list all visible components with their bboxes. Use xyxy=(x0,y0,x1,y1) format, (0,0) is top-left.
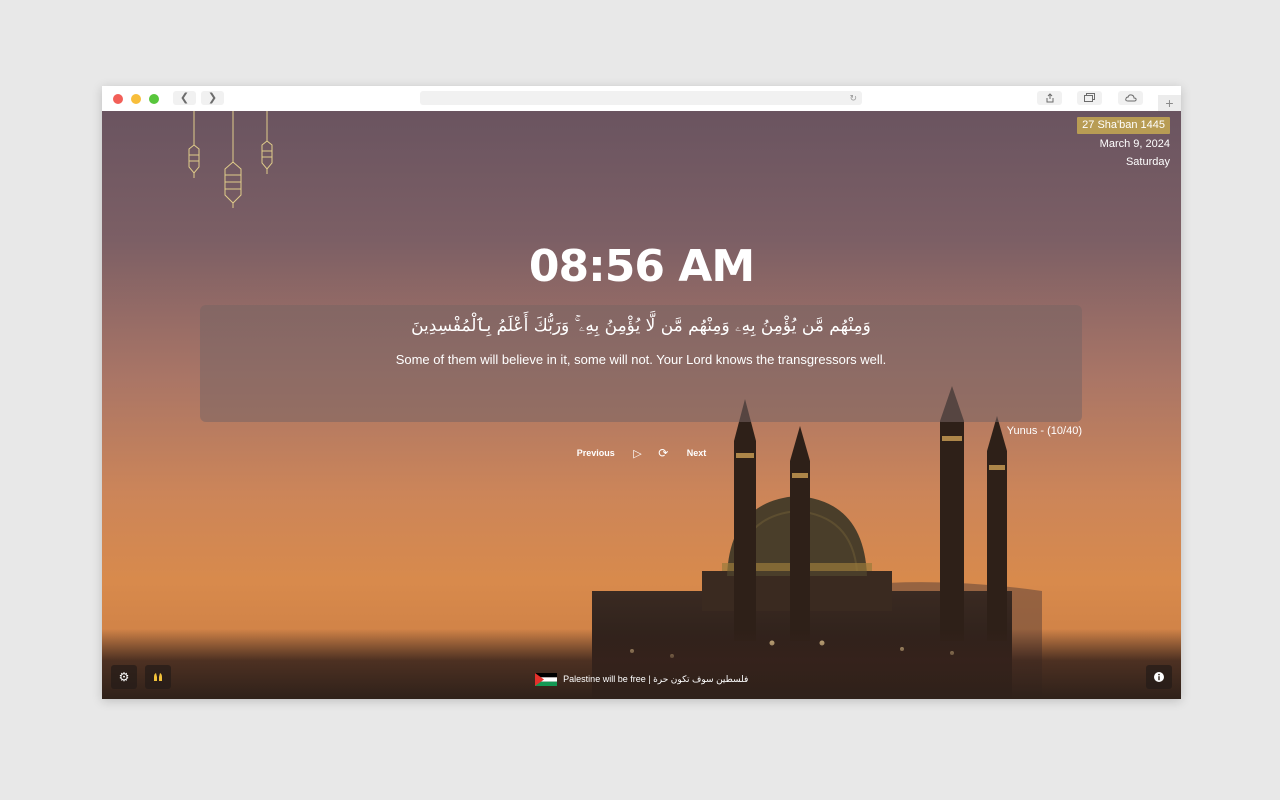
chevron-right-icon: ❯ xyxy=(207,92,218,104)
next-verse-button[interactable]: Next xyxy=(687,448,707,458)
back-button[interactable]: ❮ xyxy=(173,91,196,105)
play-icon[interactable]: ▷ xyxy=(633,447,641,460)
previous-verse-button[interactable]: Previous xyxy=(577,448,615,458)
verse-arabic-text: وَمِنْهُم مَّن يُؤْمِنُ بِهِۦ وَمِنْهُم … xyxy=(411,316,871,336)
plus-icon: + xyxy=(1165,95,1174,111)
palestine-message: Palestine will be free | فلسطين سوف تكون… xyxy=(102,673,1181,686)
share-button[interactable] xyxy=(1037,91,1062,105)
verse-controls: Previous ▷ ⟳ Next xyxy=(102,446,1181,460)
tab-overview-button[interactable] xyxy=(1077,91,1102,105)
surah-reference: Yunus - (10/40) xyxy=(1006,425,1082,437)
browser-window: ❮ ❯ ↻ + 27 Sha'ban 1445 March 9, 2024 Sa… xyxy=(102,86,1181,699)
browser-toolbar: ❮ ❯ ↻ + xyxy=(102,86,1181,112)
reload-icon[interactable]: ↻ xyxy=(849,91,857,105)
lanterns-decoration xyxy=(188,111,273,208)
maximize-window-button[interactable] xyxy=(149,94,159,104)
weekday-label: Saturday xyxy=(1125,156,1170,168)
hijri-date-badge: 27 Sha'ban 1445 xyxy=(1077,117,1170,134)
gregorian-date: March 9, 2024 xyxy=(1099,138,1170,150)
cloud-button[interactable] xyxy=(1118,91,1143,105)
chevron-left-icon: ❮ xyxy=(179,92,190,104)
verse-card: وَمِنْهُم مَّن يُؤْمِنُ بِهِۦ وَمِنْهُم … xyxy=(200,305,1082,422)
new-tab-page: 27 Sha'ban 1445 March 9, 2024 Saturday 0… xyxy=(102,111,1181,699)
tabs-icon xyxy=(1084,93,1095,102)
palestine-flag-icon xyxy=(534,673,557,686)
share-icon xyxy=(1046,93,1053,103)
foreground-trees xyxy=(102,629,1181,699)
minimize-window-button[interactable] xyxy=(131,94,141,104)
cloud-icon xyxy=(1124,94,1137,102)
palestine-message-text: Palestine will be free | فلسطين سوف تكون… xyxy=(563,673,749,684)
refresh-icon[interactable]: ⟳ xyxy=(658,446,668,460)
verse-translation-text: Some of them will believe in it, some wi… xyxy=(395,352,887,367)
address-bar[interactable]: ↻ xyxy=(420,91,862,105)
close-window-button[interactable] xyxy=(113,94,123,104)
forward-button[interactable]: ❯ xyxy=(201,91,224,105)
clock-display: 08:56 AM xyxy=(528,241,755,292)
new-tab-button[interactable]: + xyxy=(1158,95,1181,111)
